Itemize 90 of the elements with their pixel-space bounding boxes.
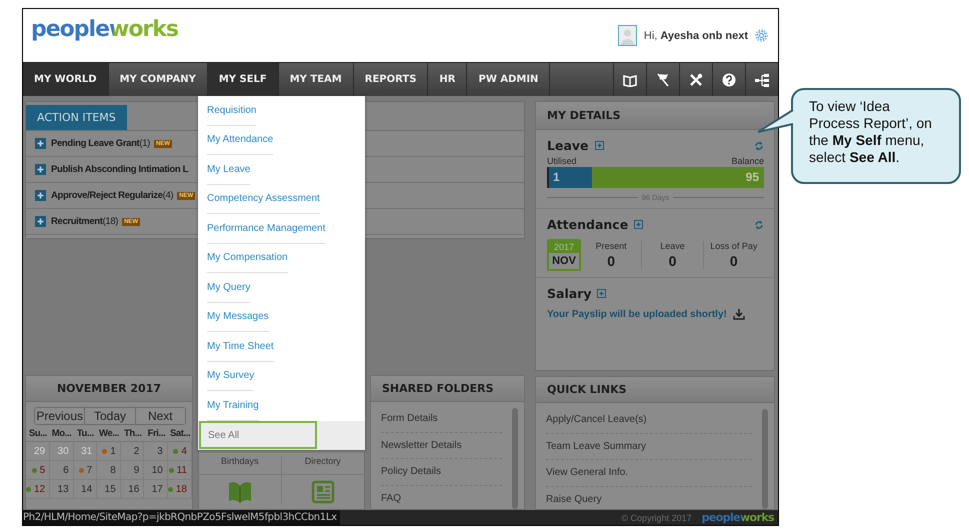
download-icon[interactable] [732,309,745,320]
section-title: Salary [547,286,592,301]
weekday-label: We... [98,428,120,439]
calendar-day[interactable]: 29 [34,446,46,456]
menu-item[interactable]: My Messages [207,302,269,332]
badge-month: NOV [549,253,579,269]
nav-tab[interactable]: MY WORLD [23,63,109,96]
settings-icon[interactable] [755,29,768,42]
sitemap-icon[interactable] [755,72,769,86]
scrollbar[interactable] [512,408,518,509]
action-items-tab[interactable]: ACTION ITEMS [26,105,127,130]
menu-item[interactable]: My Time Sheet [207,332,274,362]
calendar-day[interactable]: 13 [58,484,69,494]
menu-item[interactable]: My Training [207,391,259,420]
status-url: Ph2/HLM/Home/SiteMap?p=jkbRQnbPZo5FslwelM5fpbl3hCCbn1Lx [23,510,340,525]
section-title: Leave [547,138,589,153]
widget-label[interactable]: Birthdays [199,456,280,475]
flag-icon[interactable] [656,72,670,86]
folder-link[interactable]: Newsletter Details [381,432,502,459]
widget-label[interactable]: Directory [282,456,364,475]
action-item[interactable]: Recruitment(18) [51,216,118,227]
avatar-icon [618,25,637,46]
utilised-value: 1 [553,170,560,184]
calendar-day[interactable]: 30 [58,446,69,456]
user-greeting: Hi, Ayesha onb next [644,30,748,42]
menu-item[interactable]: My Query [207,273,250,302]
quick-link[interactable]: Team Leave Summary [546,434,752,460]
weekday-label: Mo... [50,428,72,439]
stat-value: 0 [668,253,678,269]
calendar-day[interactable]: 15 [104,484,116,494]
copyright-text: © Copyright 2017 [621,512,692,522]
help-icon[interactable] [722,72,736,86]
calendar-day[interactable]: 2 [134,446,140,456]
quick-link[interactable]: View General Info. [546,460,752,486]
calendar-day[interactable]: 16 [128,484,140,494]
callout-pointer [757,108,794,134]
calendar-day[interactable]: 9 [134,464,140,476]
calendar-nav-button[interactable]: Previous [35,408,86,424]
stat-label: Present [594,241,628,251]
menu-item[interactable]: My Survey [207,362,254,391]
calendar-day[interactable]: 6 [63,464,69,476]
menu-item[interactable]: Requisition [207,96,256,126]
footer-logo: peopleworks [702,511,774,524]
action-item[interactable]: Publish Absconding Intimation L [51,164,188,175]
calendar-day[interactable]: 7 [86,464,92,476]
folder-link[interactable]: Form Details [381,406,502,432]
logo: peopleworks [31,17,178,42]
weekday-label: Sat... [168,428,192,439]
balance-label: Balance [731,156,764,166]
weekday-label: Fri... [146,428,166,439]
balance-value: 95 [746,170,759,184]
calendar-nav-button[interactable]: Next [136,408,185,424]
payslip-message: Your Payslip will be uploaded shortly! [547,309,727,320]
instruction-callout: To view ‘Idea Process Report’, on the My Self menu, select See All. [791,88,961,184]
calendar-day[interactable]: 17 [152,484,163,494]
calendar-day[interactable]: 3 [157,446,163,456]
weekday-label: Tu... [76,428,95,439]
menu-item[interactable]: My Attendance [207,126,274,155]
folder-link[interactable]: Policy Details [381,459,502,486]
action-item[interactable]: Pending Leave Grant(1) [51,138,150,149]
menu-item[interactable]: My Compensation [207,244,288,273]
weekday-label: Th... [122,428,142,439]
scrollbar[interactable] [762,409,768,509]
stat-value: 0 [728,253,739,269]
utilised-label: Utilised [547,156,577,166]
menu-item[interactable]: My Leave [207,155,250,184]
action-item[interactable]: Approve/Reject Regularize(4) [51,190,174,201]
calendar-day[interactable]: 10 [152,464,163,476]
calendar-day[interactable]: 11 [176,464,187,476]
stat-value: 0 [606,253,616,269]
menu-item[interactable]: Performance Management [207,214,326,244]
calendar-day[interactable]: 14 [81,484,92,494]
stat-label: Leave [659,241,686,251]
stat-label: Loss of Pay [709,241,758,251]
calendar-day[interactable]: 5 [40,464,46,476]
menu-item[interactable]: Competency Assessment [207,184,320,214]
quick-link[interactable]: Apply/Cancel Leave(s) [546,407,752,434]
menu-item[interactable]: See All [199,421,317,450]
calendar-day[interactable]: 1 [110,446,116,456]
nav-tab[interactable]: MY SELF [208,63,279,96]
section-title: Attendance [547,217,628,232]
badge-year: 2017 [552,241,576,253]
calendar-day[interactable]: 18 [176,484,187,494]
calendar-day[interactable]: 31 [81,446,92,456]
book-icon[interactable] [623,72,637,86]
calendar-day[interactable]: 4 [181,446,187,456]
calendar-day[interactable]: 8 [110,464,116,476]
tools-icon[interactable] [689,72,703,86]
calendar-day[interactable]: 12 [34,484,46,494]
weekday-label: Su... [28,428,48,439]
